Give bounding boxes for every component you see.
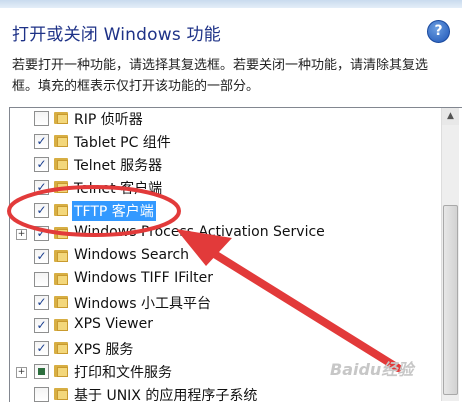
feature-row[interactable]: ✓ Windows 小工具平台: [10, 292, 440, 315]
feature-checkbox[interactable]: ✓: [34, 295, 49, 310]
folder-icon: [54, 387, 68, 401]
vertical-scrollbar[interactable]: ▲: [441, 108, 459, 401]
feature-label: 基于 UNIX 的应用程序子系统: [74, 388, 258, 402]
feature-label: RIP 侦听器: [74, 112, 143, 128]
feature-label: Tablet PC 组件: [74, 135, 171, 151]
folder-icon: [54, 180, 68, 194]
feature-row[interactable]: ✓ Telnet 客户端: [10, 177, 440, 200]
folder-icon: [54, 364, 68, 378]
feature-row[interactable]: ✓ Telnet 服务器: [10, 154, 440, 177]
page-title: 打开或关闭 Windows 功能: [12, 25, 221, 45]
feature-checkbox[interactable]: ✓: [34, 203, 49, 218]
folder-icon: [54, 226, 68, 240]
feature-label: XPS 服务: [74, 342, 134, 358]
feature-checkbox[interactable]: ✓: [34, 318, 49, 333]
watermark: Baidu经验: [330, 360, 414, 379]
folder-icon: [54, 318, 68, 332]
window-frame-top: [0, 0, 462, 8]
folder-icon: [54, 203, 68, 217]
feature-checkbox[interactable]: [34, 387, 49, 402]
folder-icon: [54, 272, 68, 286]
feature-checkbox[interactable]: ✓: [34, 249, 49, 264]
feature-label: Telnet 客户端: [74, 181, 163, 197]
instructions-text: 若要打开一种功能，请选择其复选框。若要关闭一种功能，请清除其复选框。填充的框表示…: [12, 58, 429, 94]
feature-row[interactable]: ✓ Windows Search: [10, 246, 440, 269]
help-icon[interactable]: ?: [427, 20, 450, 43]
folder-icon: [54, 249, 68, 263]
feature-label: TFTP 客户端: [72, 201, 156, 221]
folder-icon: [54, 341, 68, 355]
feature-label: XPS Viewer: [74, 316, 153, 332]
feature-checkbox[interactable]: ✓: [34, 157, 49, 172]
feature-label: Windows 小工具平台: [74, 296, 211, 312]
expand-icon[interactable]: +: [16, 229, 27, 240]
feature-checkbox[interactable]: ✓: [34, 134, 49, 149]
folder-icon: [54, 295, 68, 309]
folder-icon: [54, 111, 68, 125]
feature-label: 打印和文件服务: [74, 365, 172, 381]
feature-checkbox[interactable]: [34, 111, 49, 126]
feature-row[interactable]: ✓ XPS Viewer: [10, 315, 440, 338]
expand-icon[interactable]: +: [16, 367, 27, 378]
feature-row[interactable]: Windows TIFF IFilter: [10, 269, 440, 292]
feature-checkbox[interactable]: [34, 364, 49, 379]
folder-icon: [54, 134, 68, 148]
feature-label: Windows Process Activation Service: [74, 224, 325, 240]
feature-row[interactable]: RIP 侦听器: [10, 108, 440, 131]
scroll-up-icon[interactable]: ▲: [442, 108, 459, 125]
feature-row[interactable]: + ✓ Windows Process Activation Service: [10, 223, 440, 246]
feature-checkbox[interactable]: ✓: [34, 226, 49, 241]
feature-label: Telnet 服务器: [74, 158, 163, 174]
feature-checkbox[interactable]: ✓: [34, 341, 49, 356]
feature-label: Windows Search: [74, 247, 190, 263]
scrollbar-thumb[interactable]: [443, 205, 458, 395]
folder-icon: [54, 157, 68, 171]
feature-checkbox[interactable]: ✓: [34, 180, 49, 195]
feature-row[interactable]: ✓ TFTP 客户端: [10, 200, 440, 223]
feature-label: Windows TIFF IFilter: [74, 270, 213, 286]
feature-row[interactable]: ✓ Tablet PC 组件: [10, 131, 440, 154]
feature-checkbox[interactable]: [34, 272, 49, 287]
feature-row[interactable]: 基于 UNIX 的应用程序子系统: [10, 384, 440, 402]
